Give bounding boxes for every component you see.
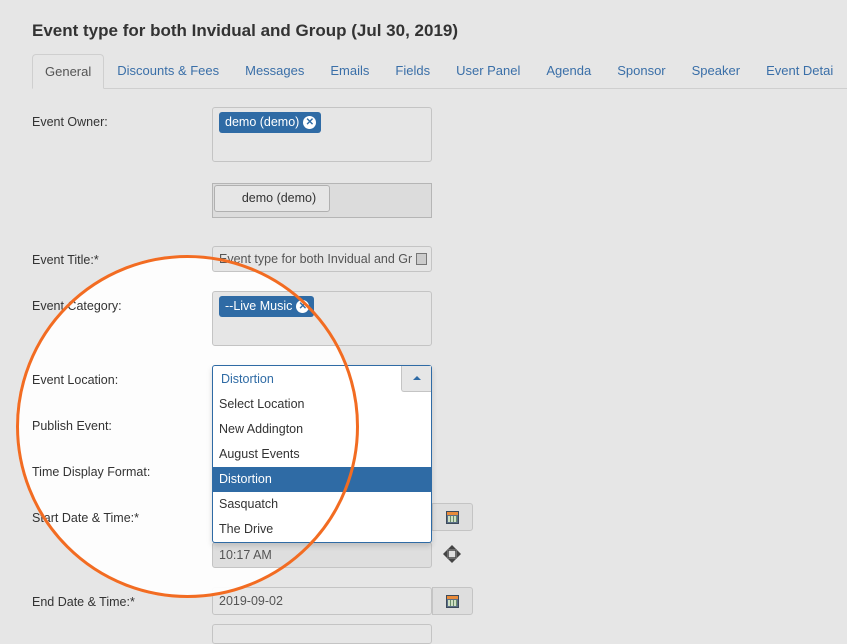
tab-bar: General Discounts & Fees Messages Emails…: [32, 54, 847, 89]
start-time-input[interactable]: 10:17 AM: [212, 542, 432, 568]
event-location-label: Event Location:: [32, 373, 119, 387]
tab-messages[interactable]: Messages: [232, 54, 317, 89]
end-date-input[interactable]: 2019-09-02: [212, 587, 432, 615]
owner-selected-list: demo (demo): [212, 183, 432, 218]
location-option[interactable]: The Drive: [213, 517, 431, 542]
location-option[interactable]: August Events: [213, 442, 431, 467]
event-title-value: Event type for both Invidual and Gr: [219, 252, 413, 266]
end-date-value: 2019-09-02: [219, 594, 283, 608]
start-date-label: Start Date & Time:*: [32, 511, 139, 525]
location-option-highlighted[interactable]: Distortion: [213, 467, 431, 492]
tab-speaker[interactable]: Speaker: [679, 54, 753, 89]
calendar-icon: [446, 511, 459, 524]
tab-event-details[interactable]: Event Detai: [753, 54, 846, 89]
start-time-value: 10:17 AM: [219, 548, 272, 562]
start-date-calendar-button[interactable]: [432, 503, 473, 531]
location-option[interactable]: Select Location: [213, 392, 431, 417]
time-display-format-label: Time Display Format:: [32, 465, 151, 479]
field-helper-icon[interactable]: [416, 253, 427, 265]
event-owner-label: Event Owner:: [32, 115, 108, 129]
tab-emails[interactable]: Emails: [317, 54, 382, 89]
end-date-label: End Date & Time:*: [32, 595, 135, 609]
caret-up-icon[interactable]: [401, 366, 431, 392]
event-title-label: Event Title:*: [32, 253, 99, 267]
event-category-multiselect[interactable]: --Live Music ✕: [212, 291, 432, 346]
end-date-calendar-button[interactable]: [432, 587, 473, 615]
owner-tag: demo (demo) ✕: [219, 112, 322, 133]
x-circle-icon[interactable]: ✕: [303, 116, 317, 129]
owner-selected-button[interactable]: demo (demo): [214, 185, 330, 212]
category-tag-label: --Live Music: [225, 299, 293, 313]
tab-sponsor[interactable]: Sponsor: [604, 54, 678, 89]
page-title: Event type for both Invidual and Group (…: [32, 21, 459, 40]
publish-event-label: Publish Event:: [32, 419, 112, 433]
owner-tag-label: demo (demo): [225, 115, 300, 129]
tab-fields[interactable]: Fields: [382, 54, 443, 89]
tab-general[interactable]: General: [32, 54, 105, 89]
event-location-dropdown[interactable]: Distortion Select Location New Addington…: [212, 365, 432, 543]
x-circle-icon[interactable]: ✕: [296, 300, 310, 313]
event-location-selected[interactable]: Distortion: [213, 366, 431, 392]
category-tag: --Live Music ✕: [219, 296, 315, 317]
event-location-selected-value: Distortion: [221, 372, 274, 386]
tab-user-panel[interactable]: User Panel: [443, 54, 533, 89]
location-option[interactable]: Sasquatch: [213, 492, 431, 517]
calendar-icon: [446, 595, 459, 608]
event-owner-multiselect[interactable]: demo (demo) ✕: [212, 107, 432, 162]
tab-agenda[interactable]: Agenda: [533, 54, 604, 89]
move-icon[interactable]: [443, 545, 461, 563]
tab-discounts-fees[interactable]: Discounts & Fees: [104, 54, 232, 89]
location-option[interactable]: New Addington: [213, 417, 431, 442]
event-title-input[interactable]: Event type for both Invidual and Gr: [212, 246, 432, 272]
end-time-input[interactable]: [212, 624, 432, 644]
event-category-label: Event Category:: [32, 299, 122, 313]
